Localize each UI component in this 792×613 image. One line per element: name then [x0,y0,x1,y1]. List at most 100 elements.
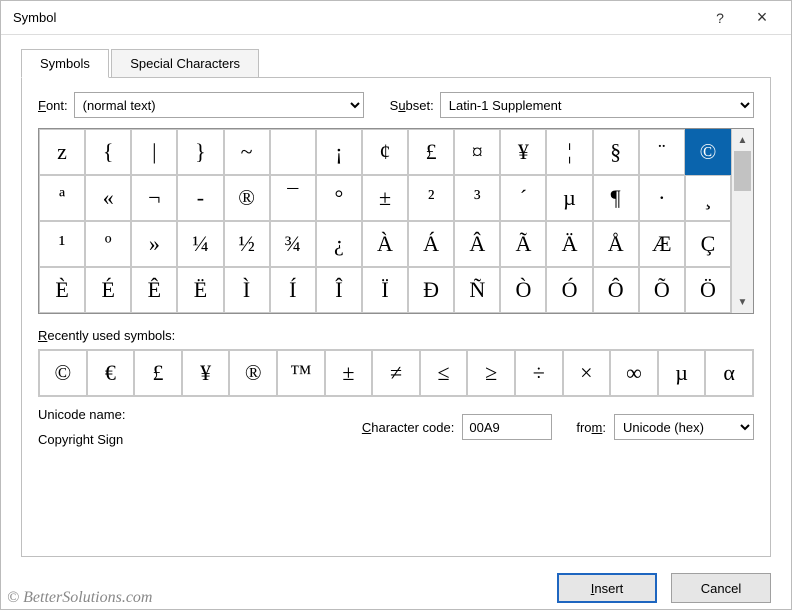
recent-symbol-cell[interactable]: £ [134,350,182,396]
symbol-cell[interactable]: È [39,267,85,313]
symbol-cell[interactable]: ¼ [177,221,223,267]
recent-symbol-cell[interactable]: ÷ [515,350,563,396]
symbol-cell[interactable]: { [85,129,131,175]
font-select[interactable]: (normal text) [74,92,364,118]
symbol-cell[interactable]: Ñ [454,267,500,313]
symbol-cell[interactable]: ¹ [39,221,85,267]
symbol-cell[interactable]: Å [593,221,639,267]
close-button[interactable]: × [741,2,783,34]
recent-symbol-cell[interactable]: ® [229,350,277,396]
char-code-input[interactable] [462,414,552,440]
tab-special-characters[interactable]: Special Characters [111,49,259,78]
symbol-cell[interactable]: z [39,129,85,175]
symbol-cell[interactable]: Ô [593,267,639,313]
symbol-cell[interactable]: ¢ [362,129,408,175]
unicode-name-label: Unicode name: [38,407,354,422]
scroll-up-arrow[interactable]: ▲ [732,129,753,151]
tab-panel: Font: (normal text) Subset: Latin-1 Supp… [21,77,771,557]
recent-symbol-cell[interactable]: ≠ [372,350,420,396]
dialog-content: Symbols Special Characters Font: (normal… [1,35,791,563]
from-label: from: [576,420,606,435]
symbol-cell[interactable]: ¶ [593,175,639,221]
symbol-cell[interactable]: Î [316,267,362,313]
recent-symbol-cell[interactable]: ≤ [420,350,468,396]
insert-button[interactable]: Insert [557,573,657,603]
recent-symbol-cell[interactable]: α [705,350,753,396]
symbol-cell[interactable]: ¿ [316,221,362,267]
symbol-cell[interactable]: ¯ [270,175,316,221]
symbol-cell[interactable]: Ä [546,221,592,267]
scroll-thumb[interactable] [734,151,751,191]
recent-symbol-cell[interactable]: ™ [277,350,325,396]
symbol-cell[interactable]: Õ [639,267,685,313]
symbol-grid[interactable]: z{|}~ ¡¢£¤¥¦§¨© ª«¬-®¯°±²³´µ¶·¸ ¹º»¼½¾¿ÀÁÂÃ… [39,129,731,313]
cancel-button[interactable]: Cancel [671,573,771,603]
symbol-cell[interactable]: À [362,221,408,267]
symbol-cell[interactable]: - [177,175,223,221]
symbol-cell[interactable]: £ [408,129,454,175]
symbol-cell[interactable]: ´ [500,175,546,221]
subset-select[interactable]: Latin-1 Supplement [440,92,754,118]
symbol-cell[interactable]: · [639,175,685,221]
symbol-cell[interactable]: Â [454,221,500,267]
from-select[interactable]: Unicode (hex) [614,414,754,440]
symbol-cell[interactable]: « [85,175,131,221]
char-code-label: Character code: [362,420,455,435]
symbol-cell[interactable]: Ã [500,221,546,267]
symbol-cell[interactable]: Ì [224,267,270,313]
recent-symbol-cell[interactable]: ∞ [610,350,658,396]
symbol-cell[interactable]: ³ [454,175,500,221]
symbol-cell[interactable]: ² [408,175,454,221]
symbol-cell[interactable]: » [131,221,177,267]
symbol-cell[interactable]: Ê [131,267,177,313]
symbol-cell[interactable]: § [593,129,639,175]
symbol-cell[interactable]: © [685,129,731,175]
symbol-cell[interactable]: ¾ [270,221,316,267]
symbol-cell[interactable]: Ò [500,267,546,313]
symbol-cell[interactable]: ¡ [316,129,362,175]
symbol-cell[interactable]: Æ [639,221,685,267]
help-button[interactable]: ? [699,2,741,34]
symbol-cell[interactable]: ¤ [454,129,500,175]
symbol-cell[interactable]: Ï [362,267,408,313]
symbol-cell[interactable]: ¥ [500,129,546,175]
scroll-down-arrow[interactable]: ▼ [732,291,753,313]
recent-symbol-cell[interactable]: € [87,350,135,396]
recent-symbol-cell[interactable]: ≥ [467,350,515,396]
symbol-cell[interactable]: ¬ [131,175,177,221]
font-subset-row: Font: (normal text) Subset: Latin-1 Supp… [38,92,754,118]
symbol-cell[interactable]: ª [39,175,85,221]
symbol-cell[interactable]: µ [546,175,592,221]
symbol-cell[interactable]: ± [362,175,408,221]
symbol-cell[interactable]: É [85,267,131,313]
symbol-cell[interactable]: } [177,129,223,175]
symbol-cell[interactable]: ® [224,175,270,221]
recent-symbol-cell[interactable]: © [39,350,87,396]
scrollbar-vertical[interactable]: ▲ ▼ [731,129,753,313]
recent-symbol-cell[interactable]: × [563,350,611,396]
recent-symbols-grid[interactable]: ©€£¥®™±≠≤≥÷×∞µα [38,349,754,397]
symbol-cell[interactable]: Ð [408,267,454,313]
symbol-cell[interactable] [270,129,316,175]
symbol-cell[interactable]: Ç [685,221,731,267]
symbol-cell[interactable]: ~ [224,129,270,175]
symbol-cell[interactable]: Ë [177,267,223,313]
tab-symbols[interactable]: Symbols [21,49,109,78]
symbol-cell[interactable]: ¸ [685,175,731,221]
unicode-name-value: Copyright Sign [38,432,354,447]
recent-symbol-cell[interactable]: ¥ [182,350,230,396]
symbol-cell[interactable]: | [131,129,177,175]
symbol-cell[interactable]: Ó [546,267,592,313]
symbol-cell[interactable]: Á [408,221,454,267]
symbol-cell[interactable]: ¨ [639,129,685,175]
symbol-cell[interactable]: ¦ [546,129,592,175]
symbol-cell[interactable]: ½ [224,221,270,267]
symbol-cell[interactable]: Ö [685,267,731,313]
recent-symbol-cell[interactable]: ± [325,350,373,396]
symbol-cell[interactable]: º [85,221,131,267]
symbol-cell[interactable]: Í [270,267,316,313]
scroll-track[interactable] [732,151,753,291]
recent-symbol-cell[interactable]: µ [658,350,706,396]
symbol-cell[interactable]: ° [316,175,362,221]
tab-strip: Symbols Special Characters [21,49,771,78]
